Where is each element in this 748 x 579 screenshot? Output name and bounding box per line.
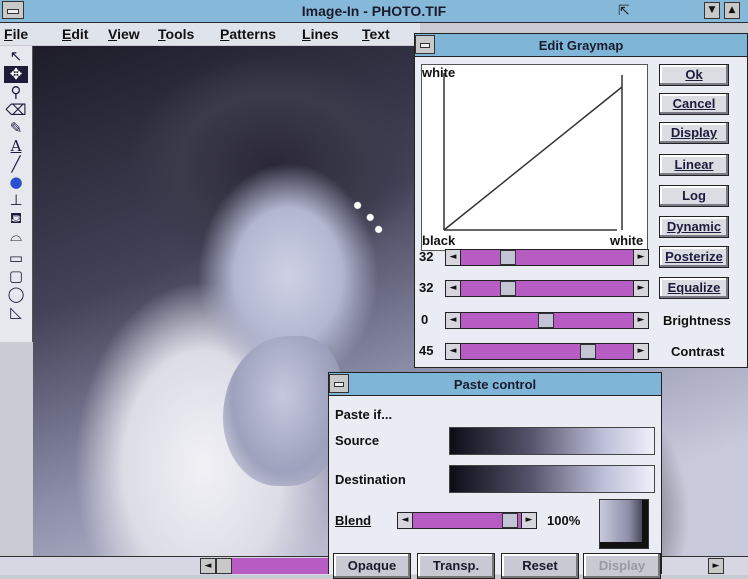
posterize-button[interactable]: Posterize (659, 246, 729, 268)
paste-title-bar[interactable]: Paste control (329, 373, 661, 396)
brightness-thumb[interactable] (538, 313, 554, 328)
slider-2-value: 32 (419, 280, 434, 295)
blend-left-arrow[interactable]: ◄ (397, 512, 413, 529)
equalize-button[interactable]: Equalize (659, 277, 729, 299)
blend-thumb[interactable] (502, 513, 518, 528)
paste-if-label: Paste if... (335, 407, 393, 422)
source-gradient[interactable] (449, 427, 655, 455)
stamp-icon[interactable]: ⊥ (4, 192, 28, 209)
slider-1-left-arrow[interactable]: ◄ (445, 249, 461, 266)
blend-value: 100% (547, 513, 581, 528)
opaque-button[interactable]: Opaque (333, 553, 411, 579)
app-title: Image-In - PHOTO.TIF (301, 3, 447, 19)
spray-icon[interactable]: ⛾ (4, 210, 28, 227)
menu-lines[interactable]: Lines (302, 26, 339, 42)
slider-1-thumb[interactable] (500, 250, 516, 265)
slider-2-right-arrow[interactable]: ► (633, 280, 649, 297)
lasso-icon[interactable]: ⌓ (4, 228, 28, 245)
slider-4-value: 45 (419, 343, 434, 358)
scroll-right-button[interactable]: ► (708, 558, 724, 574)
blend-slider[interactable]: ◄ ► (397, 512, 537, 529)
contrast-right-arrow[interactable]: ► (633, 343, 649, 360)
arrow-icon[interactable]: ↖ (4, 48, 28, 65)
eraser-icon[interactable]: ⌫ (4, 102, 28, 119)
polygon-icon[interactable]: ◺ (4, 304, 28, 321)
brightness-left-arrow[interactable]: ◄ (445, 312, 461, 329)
menu-view[interactable]: View (108, 26, 140, 42)
blend-preview (599, 499, 649, 549)
menu-bar: File Edit View Tools Patterns Lines Text (0, 23, 420, 45)
graymap-title-bar[interactable]: Edit Graymap (415, 34, 747, 57)
paste-display-button[interactable]: Display (583, 553, 661, 579)
slider-1-value: 32 (419, 249, 434, 264)
scroll-thumb[interactable] (216, 558, 232, 574)
white-top-label: white (422, 65, 456, 80)
destination-gradient[interactable] (449, 465, 655, 493)
source-label: Source (335, 433, 380, 448)
brightness-label: Brightness (663, 313, 731, 328)
photo-detail (345, 191, 387, 239)
transparent-button[interactable]: Transp. (417, 553, 495, 579)
cancel-button[interactable]: Cancel (659, 93, 729, 115)
menu-tools[interactable]: Tools (158, 26, 194, 42)
rectangle-icon[interactable]: ▭ (4, 250, 28, 267)
slider-2[interactable]: ◄ ► (445, 280, 649, 297)
menu-text[interactable]: Text (362, 26, 390, 42)
line-icon[interactable]: ╱ (4, 156, 28, 173)
black-label: black (422, 233, 456, 248)
slider-1[interactable]: ◄ ► (445, 249, 649, 266)
contrast-left-arrow[interactable]: ◄ (445, 343, 461, 360)
menu-patterns[interactable]: Patterns (220, 26, 276, 42)
ok-button[interactable]: Ok (659, 64, 729, 86)
mouse-cursor-icon: ⇱ (618, 3, 630, 19)
graymap-title: Edit Graymap (538, 38, 624, 53)
paste-control-dialog: Paste control Paste if... Source Destina… (328, 372, 662, 579)
text-icon[interactable]: A (4, 138, 28, 155)
reset-button[interactable]: Reset (501, 553, 579, 579)
fill-icon[interactable]: ● (4, 174, 28, 191)
slider-2-left-arrow[interactable]: ◄ (445, 280, 461, 297)
blend-label: Blend (335, 513, 372, 528)
app-title-bar[interactable]: Image-In - PHOTO.TIF ⇱ ▼ ▲ (0, 0, 748, 23)
graymap-curve (443, 73, 623, 231)
toolbox: ↖ ✥ ⚲ ⌫ ✎ A ╱ ● ⊥ ⛾ ⌓ ▭ ▢ ◯ ◺ (0, 46, 33, 342)
contrast-slider[interactable]: ◄ ► (445, 343, 649, 360)
menu-file[interactable]: File (4, 26, 28, 42)
contrast-thumb[interactable] (580, 344, 596, 359)
white-right-label: white (610, 233, 644, 248)
dynamic-button[interactable]: Dynamic (659, 216, 729, 238)
graymap-curve-area[interactable]: white black white (421, 64, 648, 251)
pencil-icon[interactable]: ✎ (4, 120, 28, 137)
minimize-button[interactable]: ▼ (704, 2, 720, 19)
brightness-right-arrow[interactable]: ► (633, 312, 649, 329)
edit-graymap-dialog: Edit Graymap white black white Ok Cancel… (414, 33, 748, 368)
slider-2-thumb[interactable] (500, 281, 516, 296)
slider-3-value: 0 (421, 312, 429, 327)
rounded-rect-icon[interactable]: ▢ (4, 268, 28, 285)
destination-label: Destination (335, 472, 406, 487)
maximize-button[interactable]: ▲ (724, 2, 740, 19)
slider-1-right-arrow[interactable]: ► (633, 249, 649, 266)
move-icon[interactable]: ✥ (4, 66, 28, 83)
brightness-slider[interactable]: ◄ ► (445, 312, 649, 329)
linear-button[interactable]: Linear (659, 154, 729, 176)
scroll-track[interactable] (232, 558, 328, 574)
scroll-left-button[interactable]: ◄ (200, 558, 216, 574)
display-button[interactable]: Display (659, 122, 729, 144)
blend-right-arrow[interactable]: ► (521, 512, 537, 529)
ellipse-icon[interactable]: ◯ (4, 286, 28, 303)
zoom-icon[interactable]: ⚲ (4, 84, 28, 101)
contrast-label: Contrast (671, 344, 725, 359)
photo-region (223, 336, 343, 486)
paste-title: Paste control (453, 377, 537, 392)
menu-edit[interactable]: Edit (62, 26, 88, 42)
log-button[interactable]: Log (659, 185, 729, 207)
